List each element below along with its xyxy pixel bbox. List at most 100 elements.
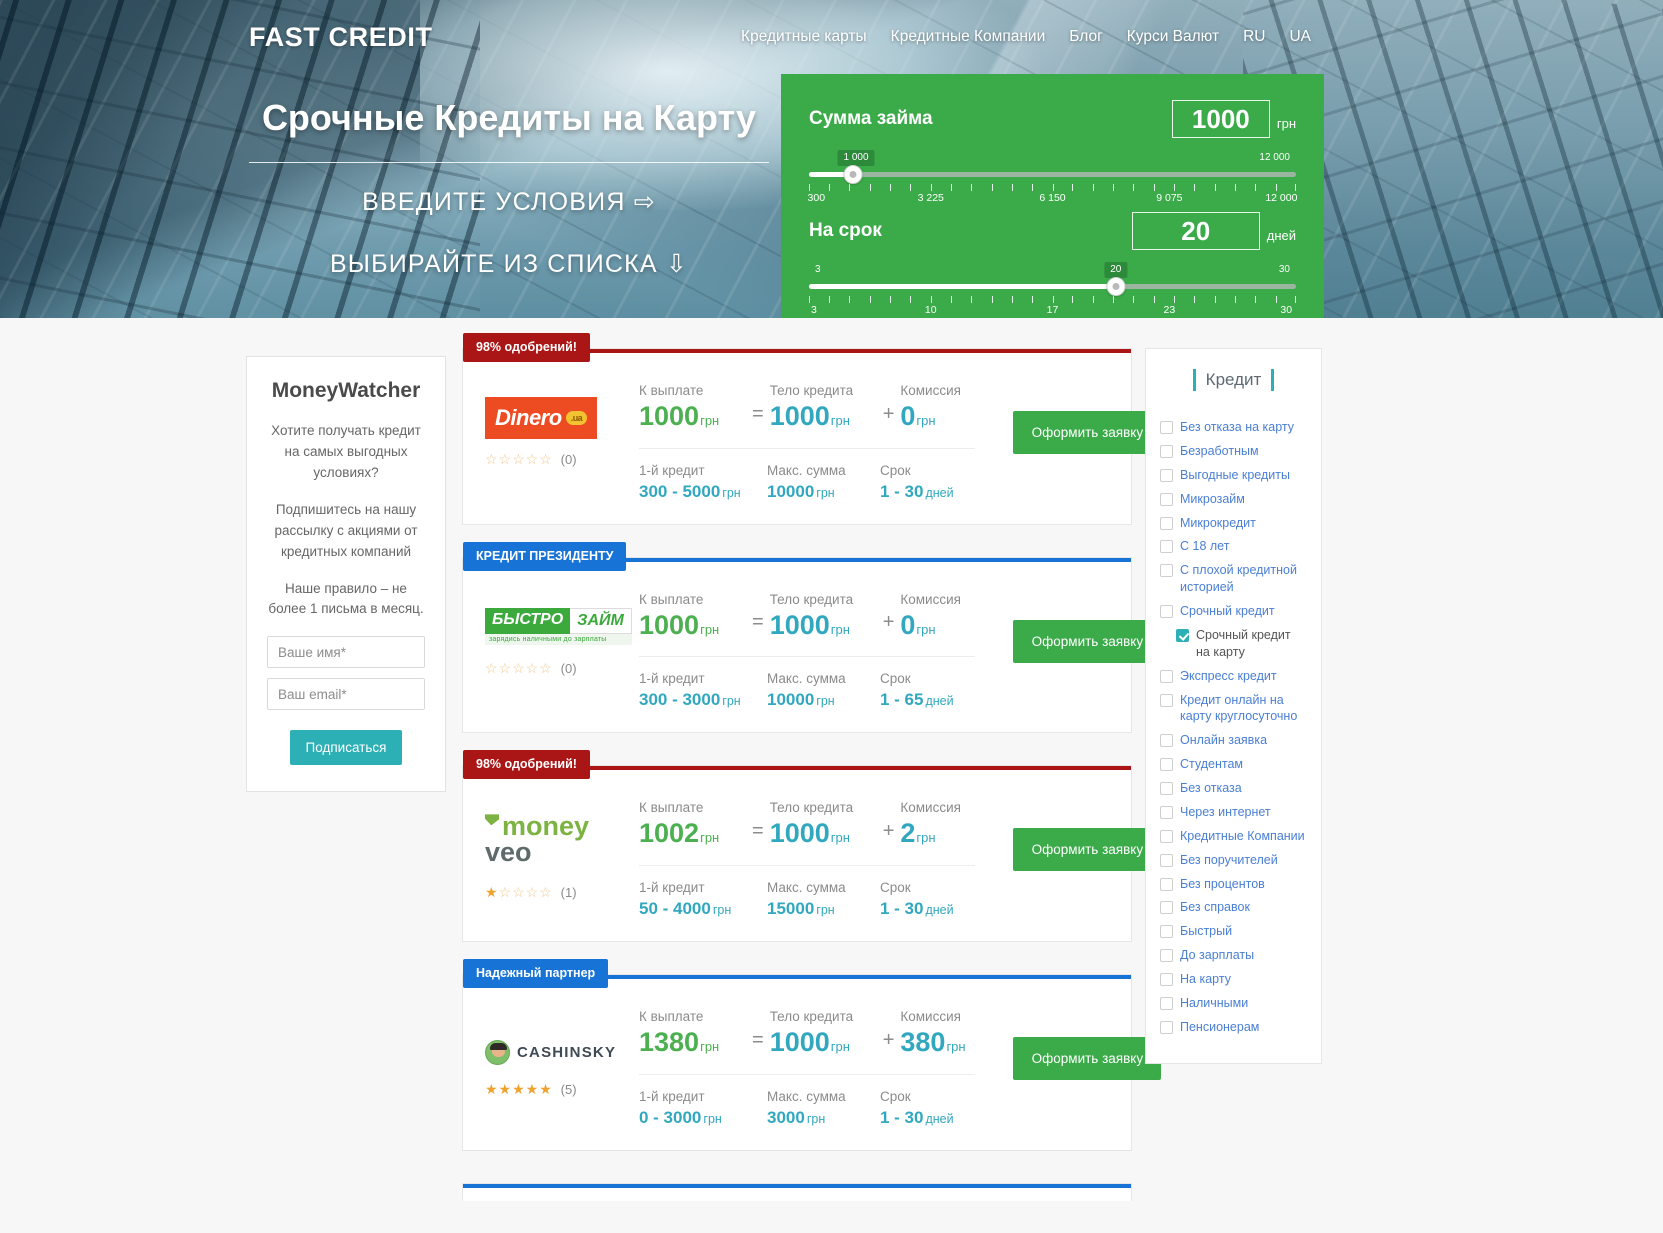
apply-button[interactable]: Оформить заявку [1013,828,1162,872]
filter-item[interactable]: Онлайн заявка [1160,732,1307,749]
checkbox-icon[interactable] [1160,925,1173,939]
checkbox-icon[interactable] [1160,782,1173,795]
checkbox-icon[interactable] [1160,901,1173,915]
amount-unit: грн [1276,115,1296,131]
term-tick-4: 30 [1280,304,1293,316]
filter-item[interactable]: Кредитные Компании [1160,828,1307,845]
nav-item-currency-rates[interactable]: Курси Валют [1127,28,1219,46]
filter-item[interactable]: Без справок [1160,899,1307,916]
checkbox-icon[interactable] [1160,973,1173,986]
nav-item-lang-ua[interactable]: UA [1289,28,1311,46]
name-input[interactable] [267,636,425,669]
max-sum-value: 10000 грн [767,690,835,710]
filter-item[interactable]: Без процентов [1160,876,1307,893]
hero-step-1: ВВЕДИТЕ УСЛОВИЯ ⇨ [362,188,656,216]
amount-slider-handle[interactable] [843,165,863,184]
term-col: Срок 1 - 30 дней [880,880,993,919]
apply-button[interactable]: Оформить заявку [1013,1037,1162,1081]
checkbox-icon[interactable] [1160,605,1173,618]
term-input[interactable] [1131,212,1260,250]
amount-input[interactable] [1171,100,1270,138]
checkbox-icon[interactable] [1160,669,1173,683]
amount-slider[interactable]: 1 000 12 000 300 3 225 6 150 9 075 12 00 [808,150,1298,208]
checkbox-icon[interactable] [1160,468,1173,482]
checkbox-icon[interactable] [1160,564,1173,578]
bistrozaim-logo-text-b: ЗАЙМ [570,608,632,635]
filter-item[interactable]: Выгодные кредиты [1160,467,1307,484]
filter-item[interactable]: На карту [1160,971,1307,988]
filter-item[interactable]: Срочный кредит [1160,603,1307,620]
to-pay-col: К выплате 1380грн [639,1009,752,1058]
fee-col: Комиссия 0грн [900,383,1013,432]
max-sum-col: Макс. сумма 10000 грн [767,671,880,710]
rating-stars[interactable]: ☆☆☆☆☆ (0) [485,660,635,677]
max-sum-value: 3000 грн [767,1107,826,1127]
nav-item-credit-companies[interactable]: Кредитные Компании [891,28,1046,46]
checkbox-icon[interactable] [1160,1020,1173,1034]
apply-button[interactable]: Оформить заявку [1013,619,1162,663]
filter-item-label: Без справок [1180,900,1250,915]
checkbox-icon[interactable] [1160,853,1173,867]
fee-value: 0грн [900,401,936,431]
term-unit: дней [1266,227,1296,243]
nav-item-lang-ru[interactable]: RU [1243,28,1265,46]
offer-divider [639,447,975,449]
cashinsky-logo[interactable]: CASHINSKY [485,1023,635,1065]
checkbox-icon[interactable] [1160,516,1173,530]
filter-item[interactable]: Через интернет [1160,804,1307,821]
filter-item[interactable]: Быстрый [1160,923,1307,940]
filter-item[interactable]: С 18 лет [1160,538,1307,555]
term-slider-handle[interactable] [1106,277,1126,296]
checkbox-icon[interactable] [1160,540,1173,554]
checkbox-icon[interactable] [1160,758,1173,772]
star-icon-group: ☆☆☆☆☆ [485,451,553,467]
filter-item[interactable]: Без отказа [1160,780,1307,797]
term-slider-fill [809,284,1116,289]
nav-item-credit-cards[interactable]: Кредитные карты [741,28,867,46]
checkbox-icon[interactable] [1160,444,1173,458]
dinero-logo[interactable]: Dinero .ua [485,397,635,439]
rating-stars[interactable]: ☆☆☆☆☆ (0) [485,451,635,468]
filter-item[interactable]: Кредит онлайн на карту круглосуточно [1160,692,1307,726]
filter-item[interactable]: Микрозайм [1160,491,1307,508]
moneyveo-logo[interactable]: money veo [485,813,635,870]
checkbox-icon[interactable] [1160,421,1173,434]
checkbox-icon[interactable] [1160,805,1173,819]
subscribe-button[interactable]: Подписаться [289,730,403,766]
bistrozaim-logo[interactable]: БЫСТРО ЗАЙМ зарядись наличными до зарпла… [485,606,635,648]
filter-item[interactable]: Микрокредит [1160,515,1307,532]
offer-logo-block: БЫСТРО ЗАЙМ зарядись наличными до зарпла… [485,592,635,711]
term-slider[interactable]: 3 20 30 3 10 17 23 30 [809,262,1297,318]
amount-slider-track[interactable] [809,172,1296,177]
checkbox-checked-icon[interactable] [1176,628,1189,642]
filter-item[interactable]: До зарплаты [1160,947,1307,964]
filter-item[interactable]: Без отказа на карту [1160,419,1307,436]
filter-item[interactable]: Экспресс кредит [1160,668,1307,685]
checkbox-icon[interactable] [1160,996,1173,1010]
filter-item[interactable]: Срочный кредит на карту [1160,627,1307,661]
checkbox-icon[interactable] [1160,693,1173,707]
term-slider-track[interactable] [809,284,1296,289]
nav-item-blog[interactable]: Блог [1069,28,1103,46]
dinero-logo-tag: .ua [565,411,588,425]
filter-item[interactable]: Пенсионерам [1160,1019,1307,1036]
checkbox-icon[interactable] [1160,949,1173,963]
rating-stars[interactable]: ★★★★★ (5) [485,1081,635,1098]
offer-card: 98% одобрений! money veo ★☆☆☆☆ (1) К вып… [462,750,1162,943]
apply-button[interactable]: Оформить заявку [1013,411,1162,454]
filter-item[interactable]: Наличными [1160,995,1307,1012]
amount-slider-tick-labels: 300 3 225 6 150 9 075 12 000 [808,192,1298,206]
rating-stars[interactable]: ★☆☆☆☆ (1) [485,884,635,901]
checkbox-icon[interactable] [1160,829,1173,843]
filter-item[interactable]: С плохой кредитной историей [1160,562,1307,596]
site-logo[interactable]: FAST CREDIT [249,22,433,53]
widget-paragraph-1: Хотите получать кредит на самых выгодных… [271,423,421,480]
hero-divider [249,162,769,163]
checkbox-icon[interactable] [1160,877,1173,891]
filter-item[interactable]: Студентам [1160,756,1307,773]
filter-item[interactable]: Безработным [1160,443,1307,460]
checkbox-icon[interactable] [1160,734,1173,748]
checkbox-icon[interactable] [1160,492,1173,506]
filter-item[interactable]: Без поручителей [1160,852,1307,869]
email-input[interactable] [267,678,425,711]
